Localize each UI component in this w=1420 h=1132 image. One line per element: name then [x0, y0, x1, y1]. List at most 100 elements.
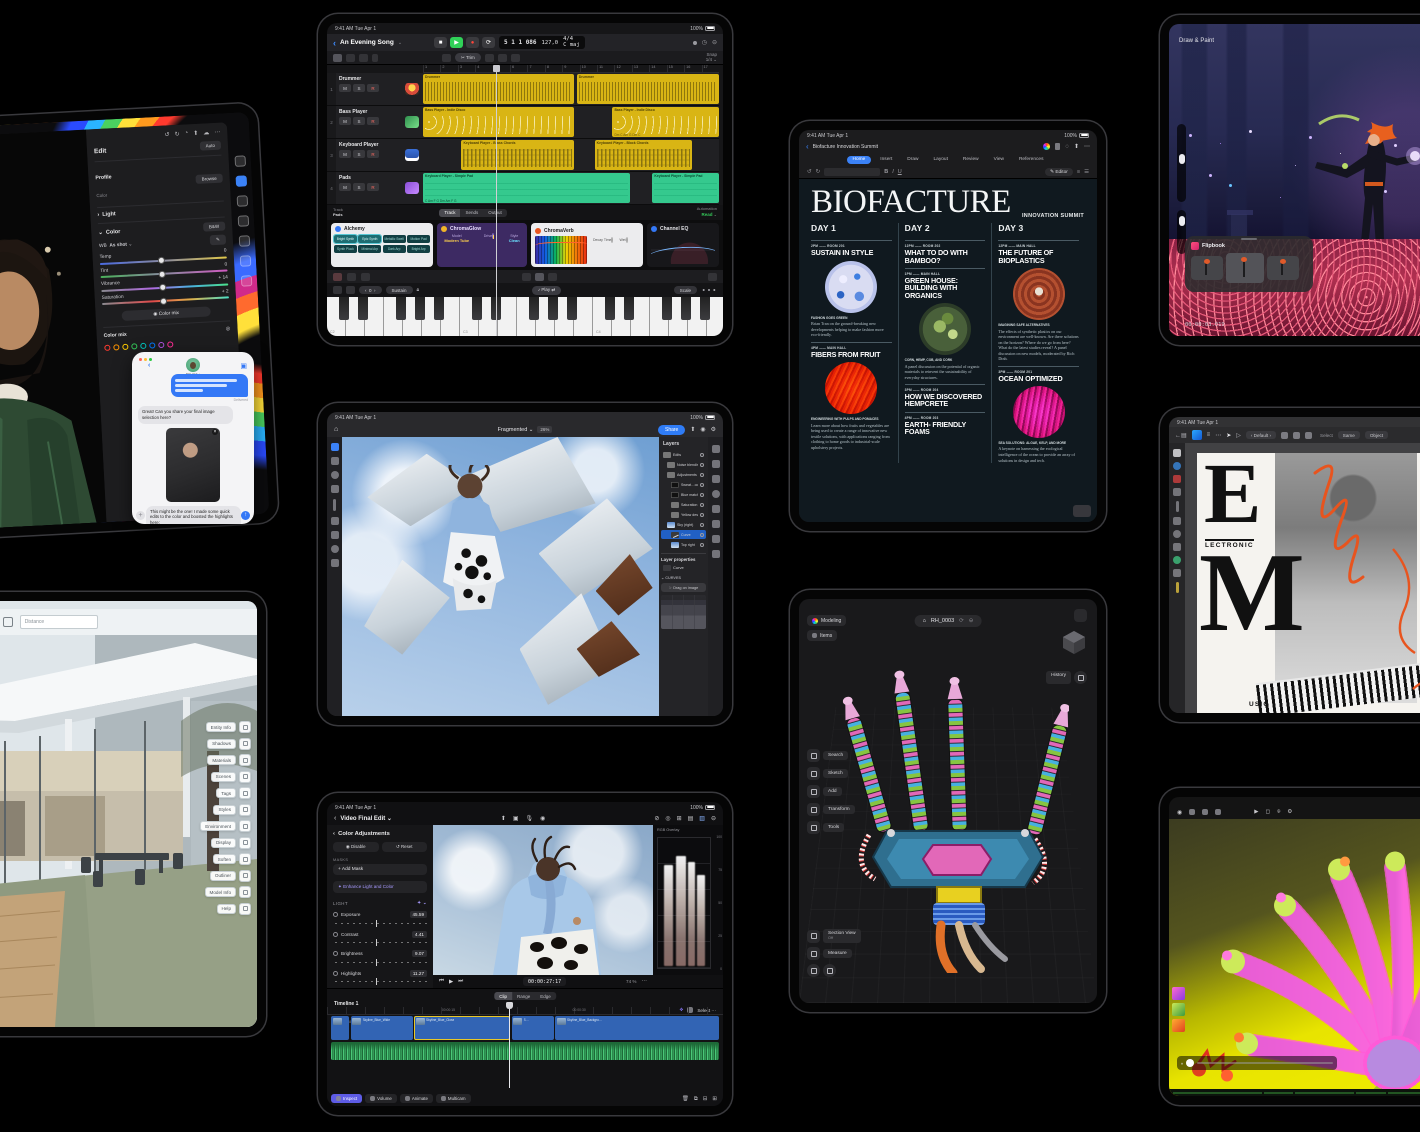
playhead[interactable]	[496, 65, 497, 336]
panel-button-label[interactable]: Materials	[207, 755, 236, 765]
send-button[interactable]: ↑	[241, 511, 250, 520]
panel-button-label[interactable]: Entity Info	[206, 722, 236, 732]
render-toolbar[interactable]: ◉ ▶ ◻ ⌾ ⚙	[1169, 805, 1420, 819]
schedule-item[interactable]: 4PM —— ROOM 203 EARTH- FRIENDLY FOAMS	[905, 412, 986, 436]
section-view-button[interactable]: Section ViewOff	[823, 929, 861, 943]
panel-button-icon[interactable]	[239, 820, 251, 832]
record-voiceover-icon[interactable]: ◉	[540, 815, 545, 822]
panel-button-icon[interactable]	[239, 886, 251, 898]
snap-setting[interactable]: Snap1/4 ⌄	[706, 53, 717, 63]
ribbon-tab[interactable]: Layout	[928, 156, 954, 164]
tool-label[interactable]: Add	[823, 787, 842, 796]
layer-visibility-icon[interactable]	[700, 493, 704, 497]
panel-button[interactable]: Materials	[207, 754, 251, 766]
panel-button-icon[interactable]	[239, 853, 251, 865]
solo-button[interactable]: S	[353, 150, 365, 158]
slider-track[interactable]	[333, 921, 427, 926]
slider-track[interactable]	[333, 979, 427, 984]
select-label[interactable]: Select	[1320, 433, 1333, 438]
prev-frame-icon[interactable]: ⏮	[439, 978, 444, 985]
schedule-item[interactable]: 3PM —— ROOM 204 HOW WE DISCOVERED HEMPCR…	[905, 384, 986, 408]
schedule-item[interactable]: 12PM —— ROOM 202 WHAT TO DO WITH BAMBOO?	[905, 240, 986, 264]
more-icon[interactable]: ⋯	[1215, 432, 1221, 439]
photo-attachment[interactable]	[166, 428, 220, 502]
notifications-icon[interactable]	[3, 617, 13, 627]
automation-mode[interactable]: AutomationRead ⌄	[697, 207, 717, 218]
robotic-hand-model[interactable]	[829, 643, 1069, 973]
panel-button-label[interactable]: Outliner	[210, 871, 236, 881]
document-canvas[interactable]: BIOFACTURE INNOVATION SUMMIT DAY 1 2PM —…	[799, 179, 1097, 522]
adjustment-slider[interactable]: Contrast 4.41	[333, 931, 427, 946]
ribbon-tab[interactable]: View	[988, 156, 1010, 164]
section-view-icon[interactable]	[807, 930, 820, 943]
tool-label[interactable]: Search	[823, 751, 848, 760]
node-tool-icon[interactable]: ▷	[1236, 432, 1241, 439]
layer-row[interactable]: Curve	[661, 530, 706, 539]
next-frame-icon[interactable]: ⏭	[458, 978, 463, 985]
faders-icon[interactable]	[548, 273, 557, 281]
layer-row[interactable]: Sweat…ooster	[661, 480, 706, 489]
panel-rail[interactable]	[708, 437, 723, 716]
scale-button[interactable]: Scale	[674, 286, 697, 294]
flipbook-panel[interactable]: Flipbook	[1185, 236, 1313, 292]
mic-icon[interactable]: 🎙︎	[526, 815, 534, 822]
pencil-icon[interactable]	[522, 273, 531, 281]
panel-button-label[interactable]: Display	[211, 838, 236, 848]
color-wheel-icon[interactable]	[1043, 143, 1050, 150]
record-enable-button[interactable]: R	[367, 150, 379, 158]
view-cube[interactable]	[1061, 629, 1087, 655]
object-button[interactable]: Object	[1365, 431, 1388, 439]
alchemy-preset-button[interactable]: Metallic Swell	[383, 235, 406, 243]
panel-button-icon[interactable]	[239, 903, 251, 915]
project-title[interactable]: Video Final Edit ⌄	[340, 815, 392, 822]
panel-button[interactable]: Shadows	[207, 738, 251, 750]
layer-visibility-icon[interactable]	[700, 513, 704, 517]
layer-row[interactable]: Edits	[661, 450, 706, 459]
back-icon[interactable]: ‹	[806, 142, 809, 151]
layer-visibility-icon[interactable]	[700, 543, 704, 547]
layer-visibility-icon[interactable]	[700, 523, 704, 527]
account-icon[interactable]	[1074, 609, 1087, 622]
record-settings-icon[interactable]	[333, 273, 342, 281]
ribbon-tab[interactable]: References	[1013, 156, 1050, 164]
zoom-level[interactable]: 74 %	[626, 979, 636, 984]
alchemy-preset-button[interactable]: Bright Arp	[407, 245, 430, 253]
panel-button-icon[interactable]	[239, 787, 251, 799]
panel-button-icon[interactable]	[239, 754, 251, 766]
panel-button[interactable]: Entity Info	[206, 721, 251, 733]
distance-input[interactable]: Distance	[20, 615, 98, 629]
play-mode-button[interactable]: ♪ Play ⇄	[532, 286, 561, 295]
align-icon[interactable]: ≡	[1077, 169, 1080, 175]
play-icon[interactable]: ▶	[449, 979, 453, 985]
undo-icon[interactable]: ↺	[807, 169, 812, 175]
close-icon[interactable]: ⊗	[225, 325, 230, 332]
frame-thumbnail-current[interactable]	[1226, 253, 1264, 283]
layer-row[interactable]: Blue match	[661, 490, 706, 499]
tool-label[interactable]: Transform	[823, 805, 855, 814]
back-icon[interactable]: ‹	[333, 38, 336, 48]
segment-option[interactable]: Sends	[460, 209, 483, 217]
frame-thumbnail[interactable]	[1191, 256, 1223, 280]
record-button[interactable]: ●	[466, 37, 479, 48]
render-viewport[interactable]: ⏸	[1169, 819, 1420, 1096]
layer-row[interactable]: Yellow desaturation	[661, 510, 706, 519]
slider-track[interactable]	[333, 940, 427, 945]
timeline-action-button[interactable]: Inspect	[331, 1094, 362, 1103]
eyedropper-icon[interactable]: ✎	[210, 234, 226, 245]
appearance-icon[interactable]	[823, 964, 836, 977]
window-controls[interactable]	[139, 358, 152, 361]
minimize-icon[interactable]: ⊖	[711, 815, 716, 822]
document-name[interactable]: Fragmented ⌄	[498, 427, 534, 433]
adjustment-slider[interactable]: Exposure 45.59	[333, 911, 427, 926]
back-icon[interactable]: ‹	[148, 362, 150, 369]
segment-option[interactable]: Range	[512, 992, 535, 1000]
panel-button[interactable]: Display	[211, 837, 251, 849]
layer-visibility-icon[interactable]	[700, 453, 704, 457]
alchemy-preset-button[interactable]: Motion Pad	[407, 235, 430, 243]
list-icon[interactable]: ☰	[1084, 169, 1089, 175]
play-button[interactable]: ▶	[450, 37, 463, 48]
panel-button-icon[interactable]	[239, 721, 251, 733]
tool-icon[interactable]	[807, 767, 820, 780]
inspector-icon[interactable]: ▥	[699, 815, 705, 822]
panel-button-label[interactable]: Model Info	[205, 887, 236, 897]
